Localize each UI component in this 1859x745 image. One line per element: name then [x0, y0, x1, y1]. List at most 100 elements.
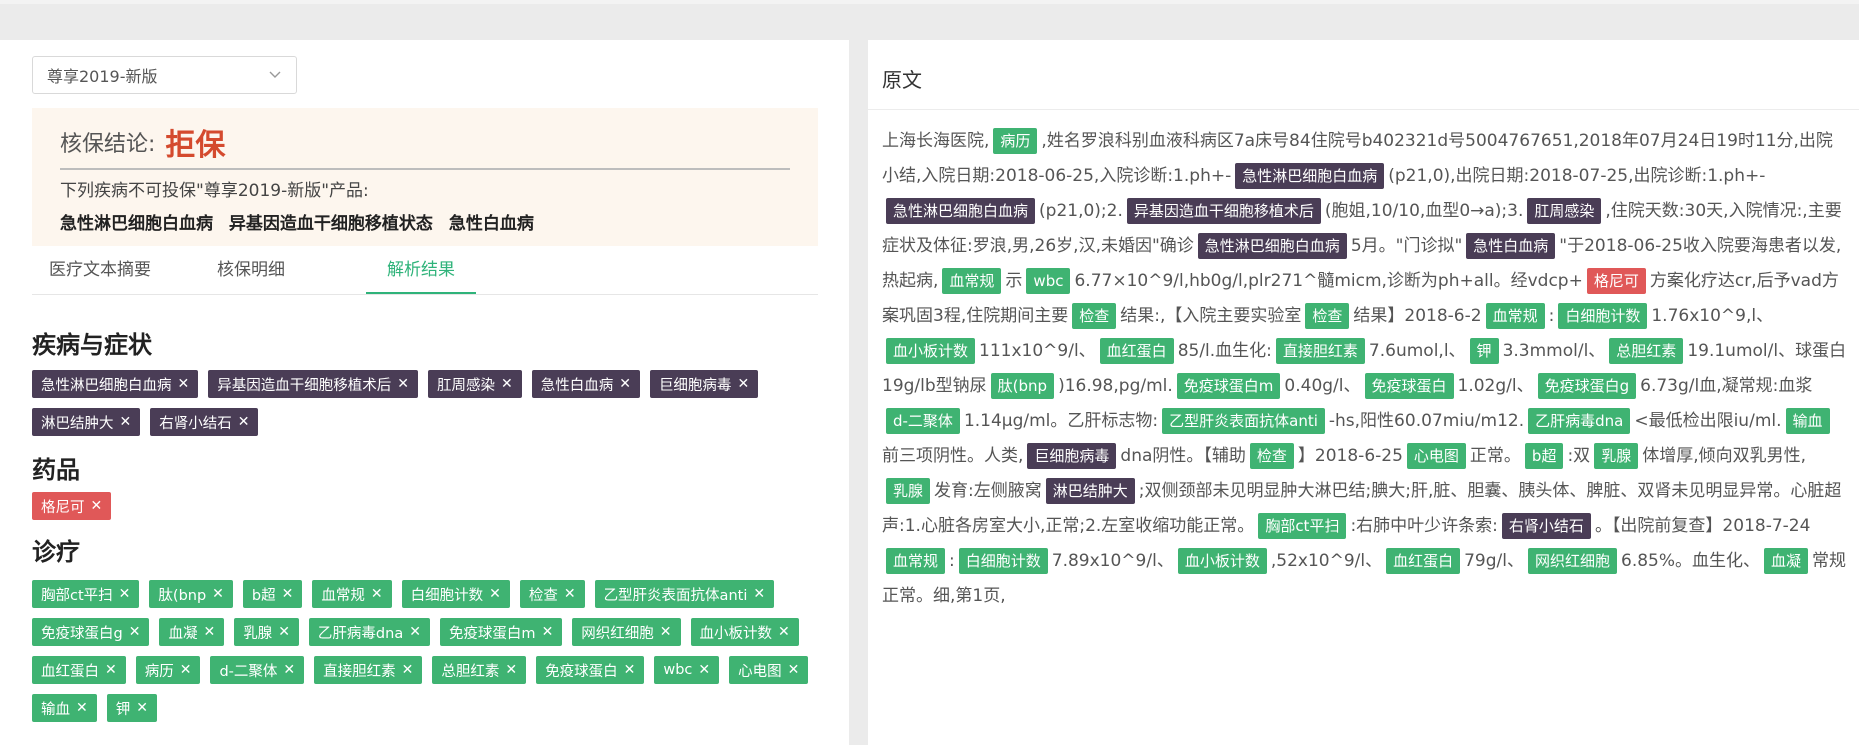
- text-segment: 正常。: [1469, 446, 1521, 466]
- tag: 巨细胞病毒 ✕: [649, 370, 759, 398]
- tag-label: 血小板计数: [699, 625, 773, 642]
- close-icon[interactable]: ✕: [397, 376, 409, 392]
- tag-label: 白细胞计数: [410, 587, 484, 604]
- close-icon[interactable]: ✕: [136, 700, 148, 716]
- close-icon[interactable]: ✕: [402, 662, 414, 678]
- close-icon[interactable]: ✕: [737, 376, 749, 392]
- product-select[interactable]: 尊享2019-新版: [32, 56, 297, 94]
- tag: 血小板计数 ✕: [690, 618, 799, 646]
- close-icon[interactable]: ✕: [778, 624, 790, 640]
- chevron-down-icon: [268, 68, 282, 82]
- highlight-tag: 血红蛋白: [1386, 548, 1461, 574]
- close-icon[interactable]: ✕: [203, 624, 215, 640]
- text-segment: 1.14μg/ml。乙肝标志物:: [963, 411, 1159, 431]
- tag: 血凝 ✕: [159, 618, 225, 646]
- close-icon[interactable]: ✕: [105, 662, 117, 678]
- tag: 直接胆红素 ✕: [314, 656, 423, 684]
- close-icon[interactable]: ✕: [283, 662, 295, 678]
- close-icon[interactable]: ✕: [624, 662, 636, 678]
- close-icon[interactable]: ✕: [178, 376, 190, 392]
- text-segment: 】2018-6-25: [1297, 446, 1403, 466]
- close-icon[interactable]: ✕: [278, 624, 290, 640]
- tag-label: 直接胆红素: [323, 663, 396, 680]
- close-icon[interactable]: ✕: [282, 586, 294, 602]
- highlight-tag: 输血: [1785, 408, 1830, 434]
- close-icon[interactable]: ✕: [542, 624, 554, 640]
- treatment-tag-list: 胸部ct平扫 ✕ 肽(bnp ✕ b超 ✕ 血常规 ✕ 白细胞计数 ✕ 检查 ✕ 乙型肝炎表面抗体ant…: [32, 580, 832, 722]
- tag: 急性白血病 ✕: [531, 370, 640, 398]
- disease-tag-list: 急性淋巴细胞白血病 ✕ 异基因造血干细胞移植术后 ✕ 肛周感染 ✕ 急性白血病 ✕ 巨细胞病毒 ✕…: [32, 370, 832, 436]
- close-icon[interactable]: ✕: [371, 586, 383, 602]
- highlight-tag: 血常规: [886, 548, 946, 574]
- tag: 乙型肝炎表面抗体anti ✕: [594, 580, 775, 608]
- tag-label: 乙肝病毒dna: [317, 625, 404, 642]
- tag: 肛周感染 ✕: [427, 370, 522, 398]
- close-icon[interactable]: ✕: [619, 376, 631, 392]
- highlight-tag: 乳腺: [1594, 443, 1639, 469]
- tag-label: 淋巴结肿大: [41, 415, 114, 432]
- highlight-tag: 血凝: [1764, 548, 1809, 574]
- close-icon[interactable]: ✕: [91, 498, 103, 514]
- tag: 病历 ✕: [135, 656, 201, 684]
- close-icon[interactable]: ✕: [788, 662, 800, 678]
- original-text-title: 原文: [882, 68, 922, 92]
- highlight-tag: 直接胆红素: [1275, 338, 1365, 364]
- tab-medical-summary[interactable]: 医疗文本摘要: [48, 248, 152, 292]
- tag-label: 免疫球蛋白m: [448, 625, 536, 642]
- tag-label: 病历: [144, 663, 174, 680]
- highlight-tag: 血常规: [942, 268, 1002, 294]
- tag: 淋巴结肿大 ✕: [32, 408, 141, 436]
- text-segment: 0.40g/l、: [1284, 376, 1361, 396]
- highlight-tag: 巨细胞病毒: [1027, 443, 1117, 469]
- tag: 总胆红素 ✕: [432, 656, 527, 684]
- original-divider: [868, 109, 1859, 110]
- tag: 心电图 ✕: [729, 656, 809, 684]
- close-icon[interactable]: ✕: [501, 376, 513, 392]
- close-icon[interactable]: ✕: [505, 662, 517, 678]
- tag: 免疫球蛋白 ✕: [536, 656, 645, 684]
- highlight-tag: 乙肝病毒dna: [1528, 408, 1631, 434]
- highlight-tag: 急性淋巴细胞白血病: [886, 198, 1036, 224]
- tag: wbc ✕: [654, 656, 720, 684]
- highlight-tag: 白细胞计数: [958, 548, 1048, 574]
- text-segment: 结果:,【入院主要实验室: [1120, 306, 1302, 326]
- close-icon[interactable]: ✕: [212, 586, 224, 602]
- highlight-tag: 钾: [1469, 338, 1499, 364]
- close-icon[interactable]: ✕: [120, 414, 132, 430]
- tag: 网织红细胞 ✕: [572, 618, 681, 646]
- close-icon[interactable]: ✕: [660, 624, 672, 640]
- close-icon[interactable]: ✕: [489, 586, 501, 602]
- close-icon[interactable]: ✕: [129, 624, 141, 640]
- text-segment: )16.98,pg/ml.: [1058, 376, 1173, 396]
- text-segment: 85/l.血生化:: [1177, 341, 1272, 361]
- text-segment: 6.73g/l血,凝常规:血浆: [1640, 376, 1813, 396]
- drug-tag-list: 格尼可 ✕: [32, 492, 832, 520]
- close-icon[interactable]: ✕: [238, 414, 250, 430]
- highlight-tag: d-二聚体: [886, 408, 960, 434]
- tag-label: 急性白血病: [540, 377, 614, 394]
- tag-label: 钾: [115, 701, 131, 718]
- tag-label: 胸部ct平扫: [41, 587, 113, 604]
- tag: 检查 ✕: [519, 580, 585, 608]
- close-icon[interactable]: ✕: [753, 586, 765, 602]
- close-icon[interactable]: ✕: [564, 586, 576, 602]
- close-icon[interactable]: ✕: [119, 586, 131, 602]
- close-icon[interactable]: ✕: [76, 700, 88, 716]
- text-segment: :双: [1567, 446, 1591, 466]
- tab-underwriting-detail[interactable]: 核保明细: [216, 248, 286, 292]
- rejected-disease: 急性淋巴细胞白血病: [60, 214, 213, 234]
- text-segment: 79g/l、: [1464, 551, 1524, 571]
- verdict-notice: 下列疾病不可投保"尊享2019-新版"产品:: [60, 181, 369, 201]
- close-icon[interactable]: ✕: [409, 624, 421, 640]
- close-icon[interactable]: ✕: [180, 662, 192, 678]
- highlight-tag: 总胆红素: [1609, 338, 1684, 364]
- tab-parse-result[interactable]: 解析结果: [366, 248, 476, 294]
- tag: 钾 ✕: [106, 694, 157, 722]
- text-segment: 示: [1005, 271, 1023, 291]
- tag: 格尼可 ✕: [32, 492, 112, 520]
- verdict-value: 拒保: [165, 128, 226, 163]
- tag-label: 格尼可: [41, 499, 85, 516]
- text-segment: 6.85%。血生化、: [1621, 551, 1761, 571]
- close-icon[interactable]: ✕: [698, 662, 710, 678]
- text-segment: -hs,阳性60.07miu/m12.: [1328, 411, 1525, 431]
